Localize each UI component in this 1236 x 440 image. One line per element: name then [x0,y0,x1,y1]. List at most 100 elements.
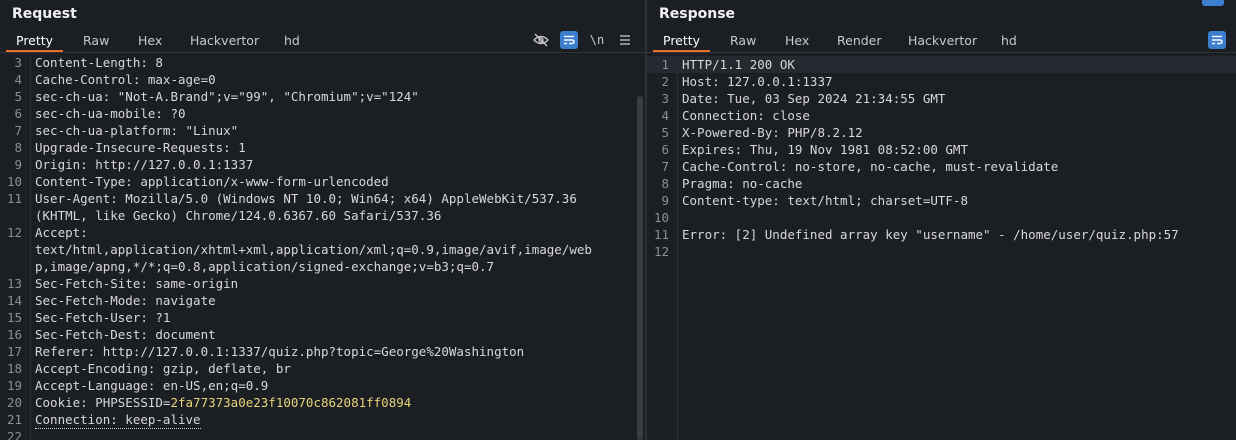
tab-request-pretty[interactable]: Pretty [6,30,64,52]
line-text: Host: 127.0.0.1:1337 [682,74,833,89]
line-number: 19 [6,378,22,393]
code-line[interactable]: 9 Content-type: text/html; charset=UTF-8 [647,192,1236,209]
line-number: 10 [6,174,22,189]
code-line[interactable]: 2 Host: 127.0.0.1:1337 [647,73,1236,90]
newline-toggle-icon[interactable]: \n [588,31,606,49]
line-text: Origin: http://127.0.0.1:1337 [35,157,254,172]
code-line[interactable]: p,image/apng,*/*;q=0.8,application/signe… [0,258,645,275]
code-line[interactable]: 5 X-Powered-By: PHP/8.2.12 [647,124,1236,141]
code-line[interactable]: 7 sec-ch-ua-platform: "Linux" [0,122,645,139]
line-text: Error: [2] Undefined array key "username… [682,227,1179,242]
line-text: sec-ch-ua: "Not-A.Brand";v="99", "Chromi… [35,89,419,104]
word-wrap-icon[interactable] [1208,31,1226,49]
tab-request-raw[interactable]: Raw [73,30,119,52]
response-title: Response [659,6,736,22]
line-number: 8 [14,140,22,155]
request-tabs-divider [0,52,645,53]
line-text: (KHTML, like Gecko) Chrome/124.0.6367.60… [35,208,442,223]
code-line[interactable]: 8 Pragma: no-cache [647,175,1236,192]
line-number: 12 [6,225,22,240]
code-line[interactable]: 1 HTTP/1.1 200 OK [647,56,1236,73]
code-line[interactable]: text/html,application/xhtml+xml,applicat… [0,241,645,258]
line-text: User-Agent: Mozilla/5.0 (Windows NT 10.0… [35,191,577,206]
code-line[interactable]: 15 Sec-Fetch-User: ?1 [0,309,645,326]
response-pane: Response Pretty Raw Hex Render Hackverto… [647,0,1236,440]
line-number: 9 [14,157,22,172]
code-line[interactable]: 8 Upgrade-Insecure-Requests: 1 [0,139,645,156]
code-line[interactable]: 18 Accept-Encoding: gzip, deflate, br [0,360,645,377]
code-line[interactable]: 4 Cache-Control: max-age=0 [0,71,645,88]
response-editor[interactable]: 1 HTTP/1.1 200 OK 2 Host: 127.0.0.1:1337 3 Da… [647,54,1236,440]
code-line[interactable]: 6 Expires: Thu, 19 Nov 1981 08:52:00 GMT [647,141,1236,158]
line-text: HTTP/1.1 200 OK [682,57,795,72]
code-line[interactable]: 6 sec-ch-ua-mobile: ?0 [0,105,645,122]
code-line[interactable]: 7 Cache-Control: no-store, no-cache, must… [647,158,1236,175]
line-text: Content-Type: application/x-www-form-url… [35,174,389,189]
response-tabs: Pretty Raw Hex Render Hackvertor hd [647,30,1236,52]
line-number: 15 [6,310,22,325]
request-pane: Request Pretty Raw Hex Hackvertor hd \n … [0,0,645,440]
code-line[interactable]: 3 Content-Length: 8 [0,54,645,71]
line-number: 6 [14,106,22,121]
line-number: 1 [661,57,669,72]
cookie-session-value[interactable]: 2fa77373a0e23f10070c862081ff0894 [170,395,411,410]
tab-response-hd[interactable]: hd [991,30,1027,52]
code-line[interactable]: 22 [0,428,645,440]
line-number: 20 [6,395,22,410]
code-line[interactable]: 17 Referer: http://127.0.0.1:1337/quiz.ph… [0,343,645,360]
request-editor[interactable]: 3 Content-Length: 8 4 Cache-Control: max-ag… [0,54,645,440]
line-number: 11 [653,227,669,242]
response-tabs-divider [647,52,1236,53]
line-number: 16 [6,327,22,342]
tab-response-render[interactable]: Render [827,30,892,52]
code-line[interactable]: 4 Connection: close [647,107,1236,124]
request-title: Request [12,6,77,22]
tab-request-hd[interactable]: hd [274,30,310,52]
corner-toggle-button[interactable] [1202,0,1224,6]
line-text: Connection: keep-alive [35,412,201,429]
line-number: 12 [653,244,669,259]
eye-slash-icon[interactable] [532,31,550,49]
word-wrap-icon[interactable] [560,31,578,49]
hamburger-menu-icon[interactable] [616,31,634,49]
request-scrollbar[interactable] [637,96,643,440]
code-line[interactable]: (KHTML, like Gecko) Chrome/124.0.6367.60… [0,207,645,224]
line-text: Upgrade-Insecure-Requests: 1 [35,140,246,155]
code-line[interactable]: 13 Sec-Fetch-Site: same-origin [0,275,645,292]
code-line[interactable]: 5 sec-ch-ua: "Not-A.Brand";v="99", "Chrom… [0,88,645,105]
line-text: Accept-Encoding: gzip, deflate, br [35,361,291,376]
tab-response-pretty[interactable]: Pretty [653,30,711,52]
code-line[interactable]: 19 Accept-Language: en-US,en;q=0.9 [0,377,645,394]
line-number: 4 [14,72,22,87]
line-text: Sec-Fetch-User: ?1 [35,310,171,325]
line-number: 18 [6,361,22,376]
line-number: 2 [661,74,669,89]
code-line[interactable]: 20 Cookie: PHPSESSID=2fa77373a0e23f10070c… [0,394,645,411]
tab-response-hackvertor[interactable]: Hackvertor [898,30,987,52]
line-text: Sec-Fetch-Dest: document [35,327,216,342]
code-line[interactable]: 11 Error: [2] Undefined array key "userna… [647,226,1236,243]
line-number: 11 [6,191,22,206]
line-text: Sec-Fetch-Site: same-origin [35,276,239,291]
line-text: Connection: close [682,108,810,123]
line-number: 10 [653,210,669,225]
tab-request-hackvertor[interactable]: Hackvertor [180,30,269,52]
tab-response-raw[interactable]: Raw [720,30,766,52]
code-line[interactable]: 3 Date: Tue, 03 Sep 2024 21:34:55 GMT [647,90,1236,107]
line-text: Referer: http://127.0.0.1:1337/quiz.php?… [35,344,525,359]
code-line[interactable]: 12 Accept: [0,224,645,241]
code-line[interactable]: 9 Origin: http://127.0.0.1:1337 [0,156,645,173]
code-line[interactable]: 21 Connection: keep-alive [0,411,645,429]
code-line[interactable]: 12 [647,243,1236,260]
code-line[interactable]: 16 Sec-Fetch-Dest: document [0,326,645,343]
code-line[interactable]: 11 User-Agent: Mozilla/5.0 (Windows NT 10… [0,190,645,207]
line-text: Date: Tue, 03 Sep 2024 21:34:55 GMT [682,91,946,106]
code-line[interactable]: 10 [647,209,1236,226]
line-text: Pragma: no-cache [682,176,803,191]
tab-request-hex[interactable]: Hex [128,30,172,52]
line-number: 7 [661,159,669,174]
line-text: Sec-Fetch-Mode: navigate [35,293,216,308]
code-line[interactable]: 10 Content-Type: application/x-www-form-u… [0,173,645,190]
code-line[interactable]: 14 Sec-Fetch-Mode: navigate [0,292,645,309]
tab-response-hex[interactable]: Hex [775,30,819,52]
